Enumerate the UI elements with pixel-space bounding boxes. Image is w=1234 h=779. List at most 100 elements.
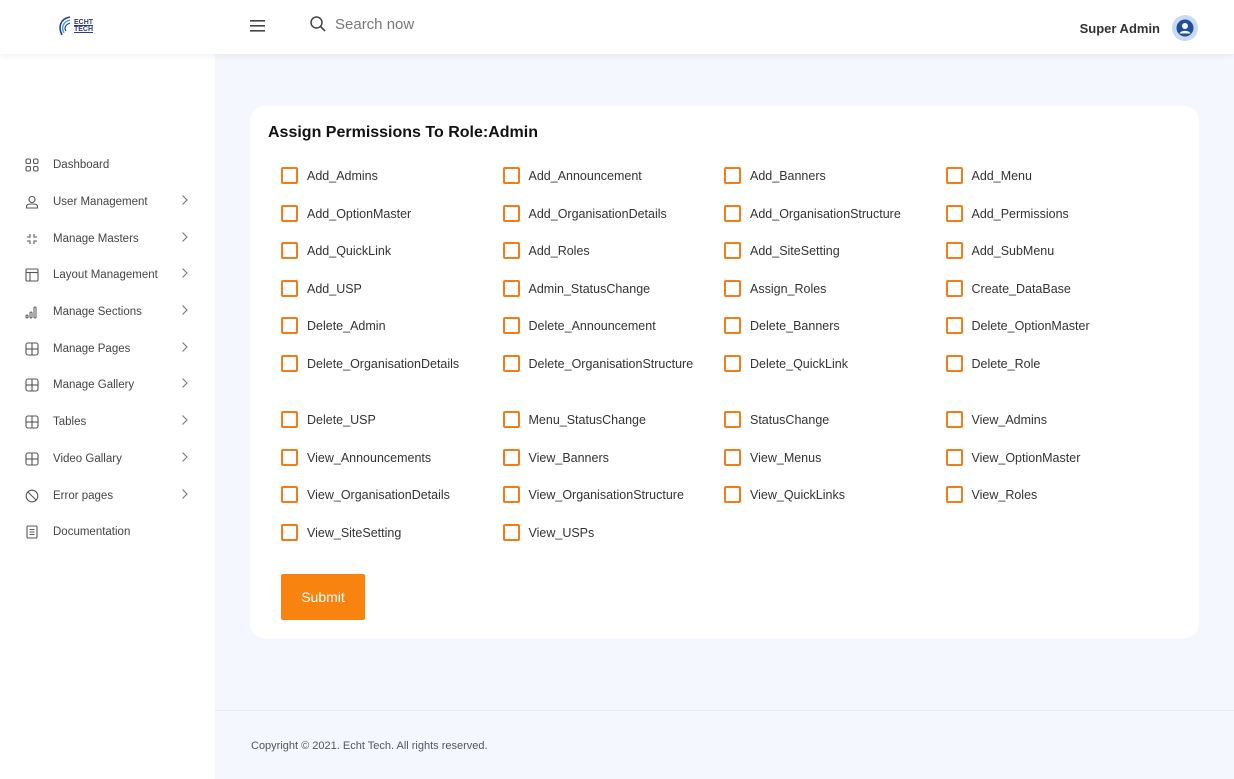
permission-option[interactable]: Add_OptionMaster [281,204,503,242]
chevron-right-icon[interactable] [181,340,189,358]
permission-option[interactable]: Delete_Role [945,354,1168,411]
permission-option[interactable]: Delete_OrganisationStructure [502,354,725,411]
permission-checkbox[interactable] [724,204,741,222]
permission-option[interactable]: Add_Menu [945,166,1168,204]
sidebar-item-documentation[interactable]: Documentation [0,514,215,551]
permission-option[interactable]: View_QuickLinks [724,485,946,523]
permission-checkbox[interactable] [945,242,963,259]
permission-option[interactable]: View_Banners [502,448,725,486]
permission-checkbox[interactable] [502,317,520,334]
permission-checkbox[interactable] [945,279,963,297]
permission-option[interactable]: Delete_USP [281,410,503,448]
sidebar-item-manage-sections[interactable]: Manage Sections [0,294,215,331]
permission-checkbox[interactable] [724,242,741,259]
permission-checkbox[interactable] [502,167,520,184]
permission-checkbox[interactable] [724,167,741,184]
sidebar-item-manage-masters[interactable]: Manage Masters [0,220,215,257]
permission-checkbox[interactable] [945,486,963,503]
permission-option[interactable]: Delete_Announcement [502,316,725,354]
permission-option[interactable]: View_SiteSetting [281,523,503,561]
permission-checkbox[interactable] [724,279,741,297]
chevron-right-icon[interactable] [181,230,189,248]
permission-option[interactable]: Delete_Admin [281,316,503,354]
permission-option[interactable]: Add_QuickLink [281,241,503,279]
permission-option[interactable]: Assign_Roles [724,279,946,317]
sidebar-item-dashboard[interactable]: Dashboard [0,147,215,184]
permission-checkbox[interactable] [502,279,520,297]
chevron-right-icon[interactable] [181,450,189,468]
chevron-right-icon[interactable] [181,193,189,211]
permission-option[interactable]: Delete_OrganisationDetails [281,354,503,411]
permission-option[interactable]: Delete_QuickLink [724,354,946,411]
permission-checkbox[interactable] [724,354,741,372]
sidebar-item-tables[interactable]: Tables [0,404,215,441]
user-menu[interactable]: Super Admin [1080,15,1198,41]
permission-checkbox[interactable] [945,204,963,222]
permission-option[interactable]: Add_Roles [502,241,725,279]
permission-checkbox[interactable] [281,167,298,184]
sidebar-item-error-pages[interactable]: Error pages [0,477,215,514]
permission-checkbox[interactable] [281,317,298,334]
permission-checkbox[interactable] [502,448,520,466]
search-input[interactable] [335,15,535,33]
chevron-right-icon[interactable] [181,413,189,431]
permission-checkbox[interactable] [502,204,520,222]
avatar[interactable] [1172,15,1198,41]
permission-checkbox[interactable] [281,204,298,222]
permission-checkbox[interactable] [281,486,298,503]
chevron-right-icon[interactable] [181,303,189,321]
permission-checkbox[interactable] [945,167,963,184]
permission-checkbox[interactable] [724,486,741,503]
permission-checkbox[interactable] [281,279,298,297]
permission-checkbox[interactable] [502,354,520,372]
logo[interactable]: ECHT TECH [56,12,114,40]
chevron-right-icon[interactable] [181,376,189,394]
permission-option[interactable]: Add_Announcement [502,166,725,204]
permission-checkbox[interactable] [724,317,741,334]
permission-option[interactable]: View_USPs [502,523,725,561]
permission-option[interactable]: View_Announcements [281,448,503,486]
permission-option[interactable]: Create_DataBase [945,279,1168,317]
permission-option[interactable]: View_OptionMaster [945,448,1168,486]
permission-checkbox[interactable] [945,354,963,372]
permission-option[interactable]: Delete_OptionMaster [945,316,1168,354]
permission-option[interactable]: View_OrganisationStructure [502,485,725,523]
permission-option[interactable]: View_Menus [724,448,946,486]
permission-option[interactable]: View_Roles [945,485,1168,523]
permission-option[interactable]: Add_SiteSetting [724,241,946,279]
permission-option[interactable]: Add_Permissions [945,204,1168,242]
permission-option[interactable]: Delete_Banners [724,316,946,354]
sidebar-item-video-gallary[interactable]: Video Gallary [0,441,215,478]
permission-checkbox[interactable] [724,411,741,428]
permission-checkbox[interactable] [281,354,298,372]
permission-checkbox[interactable] [281,523,298,541]
permission-option[interactable]: Add_OrganisationStructure [724,204,946,242]
permission-option[interactable]: StatusChange [724,410,946,448]
permission-checkbox[interactable] [724,448,741,466]
permission-option[interactable]: Add_Banners [724,166,946,204]
sidebar-item-manage-gallery[interactable]: Manage Gallery [0,367,215,404]
search-icon[interactable] [309,15,327,33]
permission-checkbox[interactable] [502,486,520,503]
sidebar-item-user-management[interactable]: User Management [0,184,215,221]
permission-checkbox[interactable] [281,242,298,259]
sidebar-item-manage-pages[interactable]: Manage Pages [0,330,215,367]
permission-checkbox[interactable] [502,523,520,541]
sidebar-item-layout-management[interactable]: Layout Management [0,257,215,294]
permission-checkbox[interactable] [945,448,963,466]
permission-checkbox[interactable] [281,448,298,466]
permission-option[interactable]: View_OrganisationDetails [281,485,503,523]
permission-option[interactable]: View_Admins [945,410,1168,448]
permission-checkbox[interactable] [281,411,298,428]
permission-option[interactable]: Add_Admins [281,166,503,204]
permission-option[interactable]: Add_USP [281,279,503,317]
permission-checkbox[interactable] [945,411,963,428]
permission-checkbox[interactable] [945,317,963,334]
permission-checkbox[interactable] [502,242,520,259]
menu-toggle-button[interactable] [249,18,267,34]
permission-checkbox[interactable] [502,411,520,428]
permission-option[interactable]: Admin_StatusChange [502,279,725,317]
submit-button[interactable]: Submit [281,574,365,620]
permission-option[interactable]: Menu_StatusChange [502,410,725,448]
chevron-right-icon[interactable] [181,266,189,284]
